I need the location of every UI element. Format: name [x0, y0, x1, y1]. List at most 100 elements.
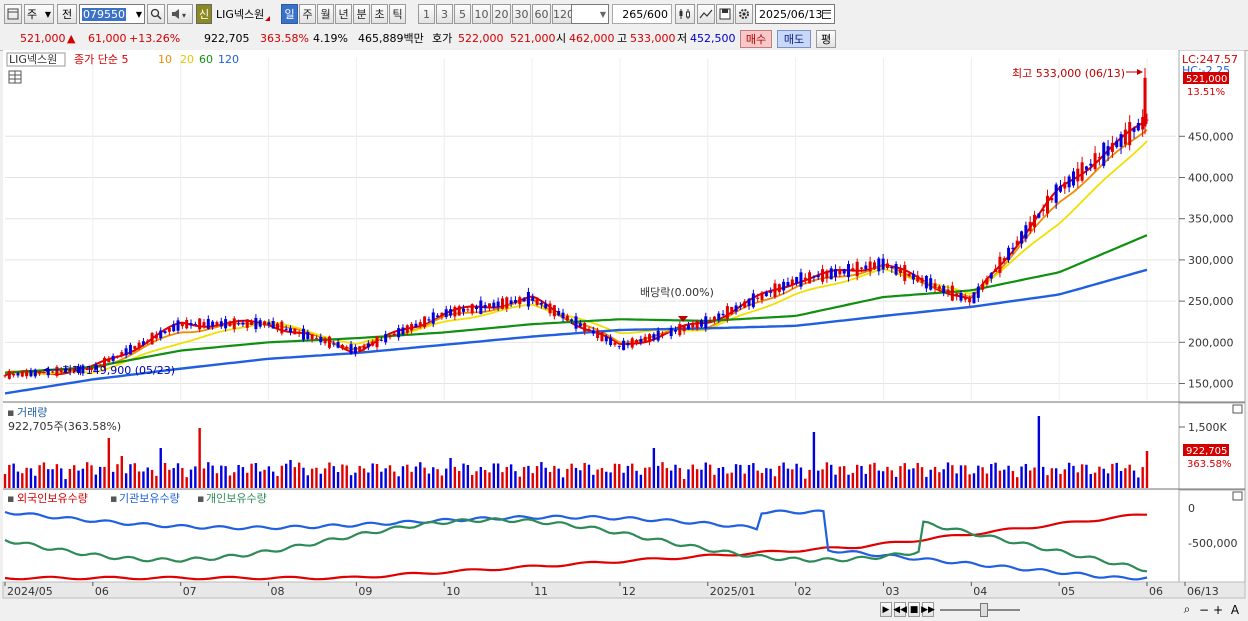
chart-area[interactable]: 450,000 400,000 350,000 300,000 250,000 200,0…	[0, 50, 1248, 621]
period-tab[interactable]: 주	[299, 4, 316, 24]
candle-body	[1020, 231, 1024, 244]
candle-body	[120, 352, 124, 356]
interval-input[interactable]: ▼	[571, 4, 609, 24]
volume-bar	[605, 471, 608, 488]
interval-tab[interactable]: 20	[492, 4, 511, 24]
candle-body	[410, 323, 414, 331]
change-pct: +13.26%	[129, 32, 181, 45]
high-annotation: 최고 533,000 (06/13)	[1012, 67, 1125, 80]
candle-body	[816, 275, 820, 278]
count-input[interactable]: 265 /600	[612, 4, 672, 24]
volume-maximize-icon[interactable]	[1232, 404, 1243, 414]
candle-body	[782, 281, 786, 291]
zoom-search-icon[interactable]: ⌕	[1180, 602, 1194, 617]
volume-bar	[1072, 465, 1075, 488]
holding-maximize-icon[interactable]	[1232, 491, 1243, 501]
period-tab[interactable]: 초	[371, 4, 388, 24]
candle-body	[1132, 128, 1136, 132]
interval-tab[interactable]: 5	[454, 4, 471, 24]
stock-chart[interactable]: 450,000 400,000 350,000 300,000 250,000 200,0…	[0, 50, 1248, 621]
volume-bar	[566, 468, 569, 488]
zoom-out-icon[interactable]: −	[1198, 602, 1210, 617]
volume-bar	[661, 462, 664, 488]
layout-icon[interactable]	[4, 4, 22, 24]
volume-bar	[804, 478, 807, 488]
volume-bar	[778, 465, 781, 488]
candle-body	[332, 343, 336, 345]
interval-tab[interactable]: 1	[418, 4, 435, 24]
candle-body	[232, 318, 236, 329]
rewind-icon[interactable]: ◀◀	[893, 602, 907, 617]
period-tab[interactable]: 틱	[389, 4, 406, 24]
candle-body	[133, 346, 137, 349]
scroll-right-icon[interactable]: ▶	[880, 602, 892, 617]
candle-body	[449, 309, 453, 316]
candle-body	[673, 329, 677, 332]
buy-button[interactable]: 매수	[740, 30, 772, 48]
candle-body	[691, 324, 695, 328]
eval-button[interactable]: 평	[816, 30, 836, 48]
prev-button[interactable]: 전	[57, 4, 77, 24]
volume-bar	[1063, 469, 1067, 488]
candle-body	[656, 330, 660, 341]
holding-y-tick-0: 0	[1188, 502, 1195, 515]
volume-bar	[886, 466, 889, 488]
stop-icon[interactable]: ■	[908, 602, 920, 617]
change-value: 61,000	[88, 32, 127, 45]
candle-body	[678, 323, 682, 336]
candle-body	[1102, 142, 1106, 166]
search-icon[interactable]	[147, 4, 165, 24]
candle-body	[427, 319, 431, 321]
volume-bar	[354, 472, 357, 488]
candle-type-icon[interactable]	[675, 4, 695, 24]
candle-body	[544, 303, 548, 309]
sell-button[interactable]: 매도	[777, 30, 811, 48]
interval-tab[interactable]: 3	[436, 4, 453, 24]
volume-bar	[111, 471, 115, 488]
candle-body	[1089, 163, 1093, 166]
volume-bar	[293, 467, 297, 488]
candle-body	[972, 292, 976, 304]
candle-body	[470, 304, 474, 314]
candle-body	[141, 341, 145, 345]
volume-bar	[34, 475, 37, 488]
volume-bar	[1007, 465, 1010, 488]
period-tab[interactable]: 년	[335, 4, 352, 24]
period-tab[interactable]: 월	[317, 4, 334, 24]
trend-tool-icon[interactable]	[697, 4, 715, 24]
candle-body	[1002, 258, 1006, 261]
period-tab[interactable]: 일	[281, 4, 298, 24]
speaker-icon[interactable]: ▾	[167, 4, 193, 24]
interval-tab[interactable]: 60	[532, 4, 551, 24]
period-tab-label: 분	[356, 8, 367, 21]
candle-body	[107, 358, 111, 363]
date-input[interactable]: 2025/06/13	[755, 4, 835, 24]
mode-dropdown[interactable]: 주 ▼	[24, 4, 54, 24]
zoom-slider-handle[interactable]	[980, 603, 988, 617]
candle-body	[319, 336, 323, 343]
interval-tab[interactable]: 30	[512, 4, 531, 24]
volume-bar	[241, 467, 245, 488]
gear-icon[interactable]	[735, 4, 753, 24]
zoom-in-icon[interactable]: +	[1212, 602, 1224, 617]
candle-body	[154, 334, 158, 339]
candle-body	[548, 303, 552, 314]
candle-body	[1033, 214, 1037, 228]
period-tab[interactable]: 분	[353, 4, 370, 24]
volume-bar	[1093, 472, 1097, 488]
save-icon[interactable]	[716, 4, 734, 24]
candle-body	[959, 292, 963, 301]
candle-body	[1128, 122, 1132, 146]
volume-bar	[21, 473, 24, 488]
stock-code-value: 079550	[82, 7, 126, 21]
period-tab-label: 초	[374, 8, 385, 21]
auto-scale-icon[interactable]: A	[1228, 602, 1242, 617]
stock-code-input[interactable]: 079550 ▼	[79, 4, 145, 24]
interval-tab[interactable]: 10	[472, 4, 491, 24]
candle-body	[994, 268, 998, 272]
candle-body	[643, 336, 647, 342]
fast-forward-icon[interactable]: ▶▶	[921, 602, 935, 617]
low-price: 452,500	[690, 32, 736, 45]
eval-label: 평	[820, 33, 832, 46]
open-price: 462,000	[569, 32, 615, 45]
